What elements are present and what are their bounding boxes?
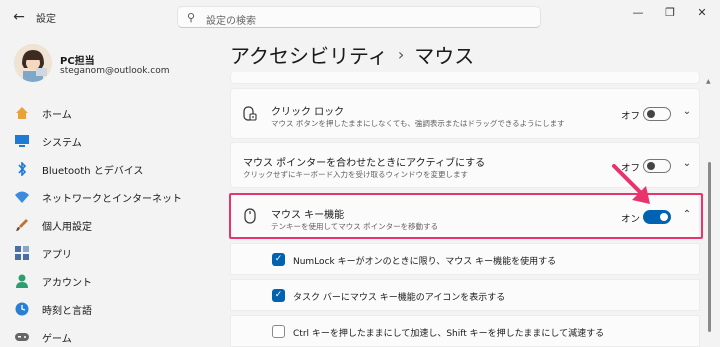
minimize-icon[interactable]: — (628, 6, 648, 19)
breadcrumb-separator: › (397, 45, 405, 64)
click-lock-state: オフ (621, 111, 641, 122)
sidebar-item-personalization[interactable]: 個人用設定 (14, 212, 204, 238)
search-box[interactable]: ⚲ 設定の検索 (177, 6, 541, 28)
sidebar-item-label: アプリ (42, 249, 72, 261)
option-label: NumLock キーがオンのときに限り、マウス キー機能を使用する (293, 257, 557, 267)
click-lock-icon (243, 106, 257, 126)
sidebar-item-label: ネットワークとインターネット (42, 193, 182, 205)
click-lock-title: クリック ロック (271, 107, 345, 118)
scrollbar-thumb[interactable] (708, 162, 711, 332)
profile-email: steganom@outlook.com (60, 66, 170, 76)
click-lock-card[interactable]: クリック ロック マウス ボタンを押したままにしなくても、強調表示またはドラッグ… (230, 88, 700, 139)
chevron-down-icon[interactable]: ⌄ (680, 106, 694, 117)
sidebar-item-accounts[interactable]: アカウント (14, 268, 204, 294)
wifi-icon (14, 189, 30, 205)
hover-activate-title: マウス ポインターを合わせたときにアクティブにする (243, 158, 486, 169)
sidebar-item-home[interactable]: ホーム (14, 100, 204, 126)
sidebar-item-gaming[interactable]: ゲーム (14, 324, 204, 347)
sidebar-item-time-language[interactable]: 時刻と言語 (14, 296, 204, 322)
brush-icon (14, 217, 30, 233)
sidebar-item-label: アカウント (42, 277, 92, 289)
scroll-up-icon[interactable]: ▲ (706, 78, 711, 85)
sidebar-item-system[interactable]: システム (14, 128, 204, 154)
click-lock-description: マウス ボタンを押したままにしなくても、強調表示またはドラッグできるようにします (271, 119, 565, 128)
home-icon (14, 105, 30, 121)
back-arrow-icon[interactable]: ← (8, 7, 30, 27)
sidebar-item-label: システム (42, 137, 82, 149)
monitor-icon (14, 133, 30, 149)
profile-name: PC担当 (60, 56, 95, 67)
sidebar-item-label: ホーム (42, 109, 72, 121)
option-label: タスク バーにマウス キー機能のアイコンを表示する (293, 293, 506, 303)
checkbox-checked-icon[interactable]: ✓ (272, 289, 285, 302)
mouse-keys-toggle[interactable] (643, 210, 671, 224)
search-placeholder: 設定の検索 (206, 16, 256, 27)
globe-clock-icon (14, 301, 30, 317)
avatar[interactable] (14, 44, 52, 82)
hover-activate-description: クリックせずにキーボード入力を受け取るウィンドウを変更します (243, 170, 468, 179)
close-icon[interactable]: ✕ (692, 6, 712, 19)
chevron-down-icon[interactable]: ⌄ (680, 158, 694, 169)
checkbox-checked-icon[interactable]: ✓ (272, 253, 285, 266)
option-taskbar-icon[interactable]: ✓ タスク バーにマウス キー機能のアイコンを表示する (230, 279, 700, 311)
bluetooth-icon (14, 161, 30, 177)
option-label: Ctrl キーを押したままにして加速し、Shift キーを押したままにして減速す… (293, 329, 605, 339)
mouse-keys-state: オン (621, 214, 641, 225)
sidebar-item-bluetooth[interactable]: Bluetooth とデバイス (14, 156, 204, 182)
breadcrumb-parent[interactable]: アクセシビリティ (230, 40, 388, 69)
chevron-up-icon[interactable]: ⌃ (680, 209, 694, 220)
breadcrumb: アクセシビリティ › マウス (230, 40, 474, 69)
sidebar-item-label: ゲーム (42, 333, 72, 345)
search-icon: ⚲ (187, 11, 196, 24)
click-lock-toggle[interactable] (643, 107, 671, 121)
app-title: 設定 (36, 14, 56, 25)
mouse-icon (244, 208, 256, 228)
title-bar: ← 設定 ⚲ 設定の検索 — ❐ ✕ (0, 0, 720, 34)
mouse-keys-description: テンキーを使用してマウス ポインターを移動する (271, 222, 439, 231)
pointer-arrow-icon (612, 164, 650, 204)
option-ctrl-shift-speed[interactable]: Ctrl キーを押したままにして加速し、Shift キーを押したままにして減速す… (230, 315, 700, 347)
mouse-keys-title: マウス キー機能 (271, 210, 345, 221)
option-numlock[interactable]: ✓ NumLock キーがオンのときに限り、マウス キー機能を使用する (230, 243, 700, 275)
apps-icon (14, 245, 30, 261)
sidebar-item-network[interactable]: ネットワークとインターネット (14, 184, 204, 210)
sidebar-item-label: 個人用設定 (42, 221, 92, 233)
account-icon (14, 273, 30, 289)
gamepad-icon (14, 329, 30, 345)
sidebar-item-label: 時刻と言語 (42, 305, 92, 317)
sidebar-item-label: Bluetooth とデバイス (42, 165, 144, 177)
previous-setting-card (230, 72, 700, 84)
sidebar-item-apps[interactable]: アプリ (14, 240, 204, 266)
checkbox-unchecked-icon[interactable] (272, 325, 285, 338)
page-title: マウス (414, 44, 475, 68)
maximize-icon[interactable]: ❐ (660, 6, 680, 19)
